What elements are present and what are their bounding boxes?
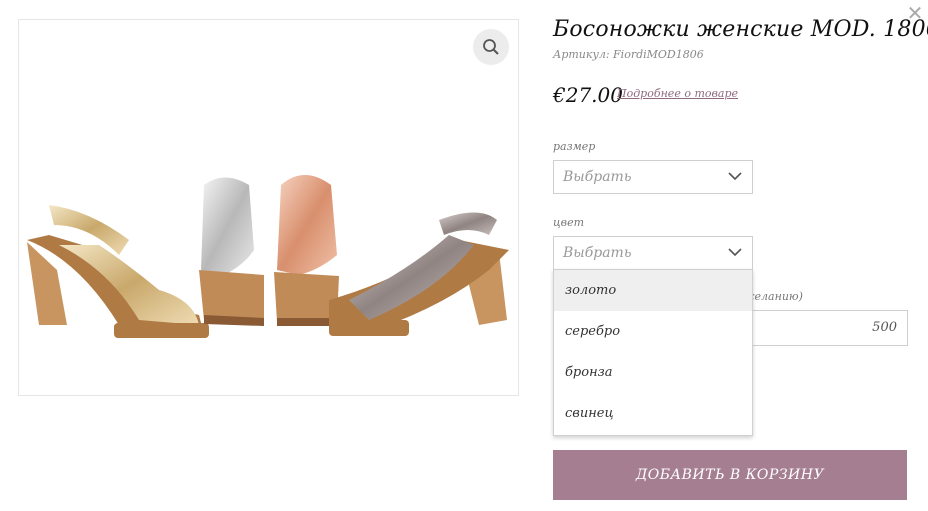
chevron-down-icon xyxy=(728,172,742,181)
sandals-illustration xyxy=(27,175,509,338)
product-image xyxy=(18,19,519,396)
color-option-label: серебро xyxy=(565,324,621,339)
size-select[interactable]: Выбрать xyxy=(553,160,753,194)
extra-field-input[interactable]: 500 xyxy=(742,310,908,346)
magnifier-icon xyxy=(483,39,499,55)
sku-label: Артикул: xyxy=(553,48,610,61)
color-option-label: бронза xyxy=(565,365,613,380)
product-title: Босоножки женские MOD. 1806 xyxy=(553,17,928,42)
color-option[interactable]: серебро xyxy=(554,311,752,352)
product-price: €27.00 xyxy=(553,83,623,107)
color-option[interactable]: бронза xyxy=(554,352,752,393)
size-select-value: Выбрать xyxy=(563,169,632,185)
color-select-value: Выбрать xyxy=(563,245,632,261)
color-option-label: золото xyxy=(565,283,617,298)
color-dropdown-list: золото серебро бронза свинец xyxy=(553,269,753,436)
sku-value: FiordiMOD1806 xyxy=(613,48,704,61)
color-label: цвет xyxy=(553,216,585,229)
color-option[interactable]: золото xyxy=(554,270,752,311)
sku-row: Артикул: FiordiMOD1806 xyxy=(553,48,704,61)
chevron-down-icon xyxy=(728,248,742,257)
size-label: размер xyxy=(553,140,596,153)
color-select[interactable]: Выбрать xyxy=(553,236,753,270)
color-option[interactable]: свинец xyxy=(554,393,752,434)
product-details-link[interactable]: Подробнее о товаре xyxy=(617,87,738,100)
zoom-button[interactable] xyxy=(473,29,509,65)
add-to-cart-label: ДОБАВИТЬ В КОРЗИНУ xyxy=(635,467,825,483)
extra-field-value: 500 xyxy=(872,320,897,335)
color-option-label: свинец xyxy=(565,406,614,421)
add-to-cart-button[interactable]: ДОБАВИТЬ В КОРЗИНУ xyxy=(553,450,907,500)
